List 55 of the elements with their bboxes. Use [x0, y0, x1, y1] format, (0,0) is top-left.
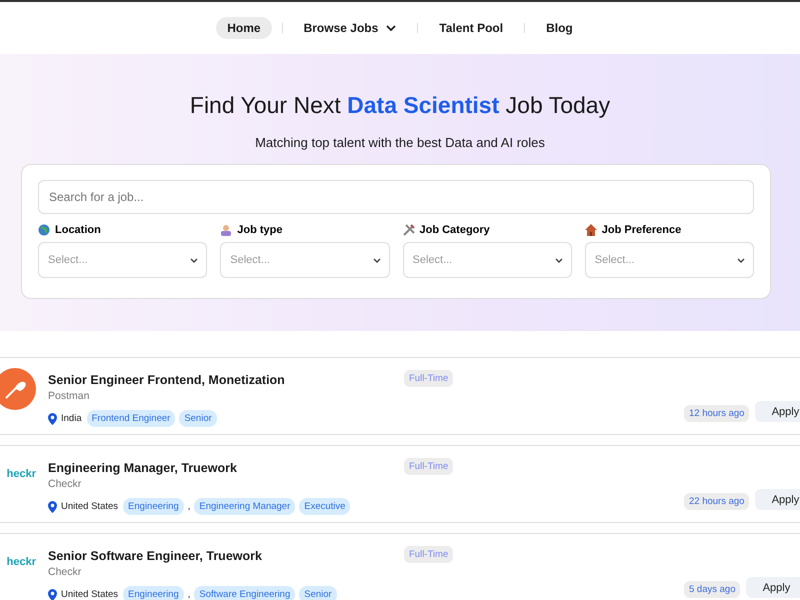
location-pin-icon — [48, 412, 57, 424]
filter-label: Job type — [237, 224, 282, 236]
nav-link[interactable]: Home — [216, 17, 272, 39]
job-location: United States — [61, 501, 118, 512]
chevron-down-icon — [554, 258, 563, 262]
posted-time-badge: 22 hours ago — [684, 493, 750, 510]
job-type-badge: Full-Time — [404, 458, 454, 475]
nav-link[interactable]: Blog — [535, 17, 584, 39]
tag-separator: , — [188, 501, 190, 512]
job-title[interactable]: Senior Software Engineer, Truework — [48, 549, 404, 563]
tag-separator: , — [188, 589, 190, 600]
globe-icon — [38, 224, 50, 236]
chevron-down-icon — [190, 258, 198, 262]
job-tag[interactable]: Senior — [179, 410, 217, 427]
job-location: United States — [61, 589, 118, 600]
filter-label: Job Preference — [602, 224, 682, 236]
apply-button[interactable]: Apply — [755, 489, 800, 510]
company-name: Postman — [48, 390, 90, 402]
nav-link[interactable]: Talent Pool — [428, 17, 514, 39]
job-type-badge: Full-Time — [404, 546, 454, 563]
search-field[interactable]: Search for a job... — [38, 180, 754, 214]
apply-button[interactable]: Apply — [746, 577, 800, 598]
job-card[interactable]: heckr Senior Software Engineer, Truework Checkr United States Engineering , Software Engineering Senior Full-Time 5 days ago Apply — [0, 533, 800, 600]
house-icon — [584, 224, 597, 236]
nav-link[interactable]: Browse Jobs — [292, 17, 408, 39]
chevron-down-icon — [737, 258, 745, 262]
job-tag[interactable]: Software Engineering — [194, 586, 296, 600]
filter-label: Job Category — [420, 224, 490, 236]
apply-button[interactable]: Apply — [755, 401, 800, 422]
job-type-badge: Full-Time — [404, 370, 454, 387]
job-tag[interactable]: Engineering — [123, 586, 184, 600]
hero-subtitle: Matching top talent with the best Data and AI roles — [254, 135, 546, 150]
company-name: Checkr — [48, 478, 82, 490]
chevron-down-icon — [386, 25, 396, 31]
job-title[interactable]: Senior Engineer Frontend, Monetization — [48, 373, 404, 387]
job-tag[interactable]: Engineering — [123, 498, 184, 515]
job-card[interactable]: heckr Engineering Manager, Truework Checkr United States Engineering , Engineering Manager Executive Full-Time 22 hours ago Apply — [0, 445, 800, 523]
hero-title: Find Your Next Data Scientist Job Today — [188, 92, 612, 119]
company-name: Checkr — [48, 566, 82, 578]
location-pin-icon — [48, 500, 57, 512]
job-location: India — [61, 413, 82, 424]
job-title[interactable]: Engineering Manager, Truework — [48, 461, 404, 475]
filter-label: Location — [55, 224, 101, 236]
posted-time-badge: 12 hours ago — [684, 405, 750, 422]
posted-time-badge: 5 days ago — [684, 581, 740, 598]
company-logo: heckr — [6, 468, 36, 480]
person-icon — [220, 224, 232, 236]
tools-icon — [402, 224, 414, 236]
job-tag[interactable]: Engineering Manager — [194, 498, 296, 515]
job-tag[interactable]: Frontend Engineer — [86, 410, 176, 427]
job-card[interactable]: Senior Engineer Frontend, Monetization Postman India Frontend Engineer Senior Full-Time 12 hours ago Apply — [0, 357, 800, 435]
company-logo: heckr — [6, 556, 36, 568]
job-tag[interactable]: Executive — [299, 498, 350, 515]
chevron-down-icon — [372, 258, 380, 262]
job-tag[interactable]: Senior — [299, 586, 337, 600]
